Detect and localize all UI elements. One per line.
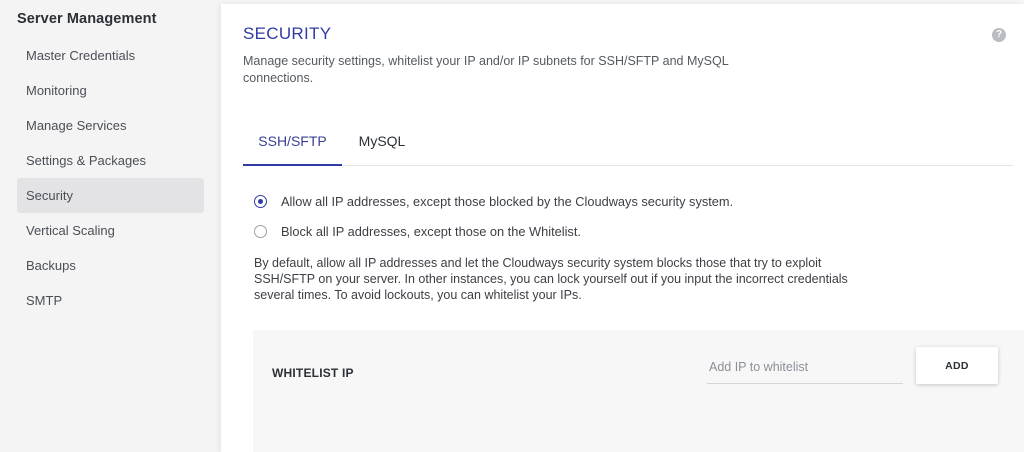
option-block-all-label: Block all IP addresses, except those on … (281, 223, 581, 239)
sidebar: Server Management Master Credentials Mon… (0, 0, 221, 452)
sidebar-item-monitoring[interactable]: Monitoring (17, 73, 204, 108)
sidebar-nav: Master Credentials Monitoring Manage Ser… (17, 38, 204, 318)
whitelist-title: WHITELIST IP (272, 366, 354, 380)
page-title: SECURITY (243, 24, 332, 43)
sidebar-item-backups[interactable]: Backups (17, 248, 204, 283)
sidebar-item-vertical-scaling[interactable]: Vertical Scaling (17, 213, 204, 248)
sidebar-item-manage-services[interactable]: Manage Services (17, 108, 204, 143)
option-block-all[interactable]: Block all IP addresses, except those on … (254, 222, 581, 240)
whitelist-ip-input[interactable] (707, 350, 903, 384)
radio-block-all[interactable] (254, 224, 267, 238)
info-text: By default, allow all IP addresses and l… (254, 256, 848, 302)
sidebar-title: Server Management (17, 11, 157, 27)
sidebar-item-settings-packages[interactable]: Settings & Packages (17, 143, 204, 178)
add-ip-button[interactable]: ADD (916, 347, 998, 384)
tab-mysql[interactable]: MySQL (356, 128, 408, 166)
whitelist-panel: WHITELIST IP ADD (253, 330, 1024, 452)
sidebar-item-master-credentials[interactable]: Master Credentials (17, 38, 204, 73)
page-description: Manage security settings, whitelist your… (243, 54, 729, 85)
tab-bar: SSH/SFTP MySQL (243, 128, 1013, 166)
tab-ssh-sftp[interactable]: SSH/SFTP (243, 128, 342, 166)
security-panel: SECURITY ? Manage security settings, whi… (221, 4, 1024, 452)
option-allow-all-label: Allow all IP addresses, except those blo… (281, 193, 734, 209)
radio-allow-all[interactable] (254, 194, 267, 208)
sidebar-item-security[interactable]: Security (17, 178, 204, 213)
question-circle-icon[interactable]: ? (992, 28, 1006, 42)
sidebar-item-smtp[interactable]: SMTP (17, 283, 204, 318)
option-allow-all[interactable]: Allow all IP addresses, except those blo… (254, 192, 733, 210)
app-window: Server Management Master Credentials Mon… (0, 0, 1024, 452)
